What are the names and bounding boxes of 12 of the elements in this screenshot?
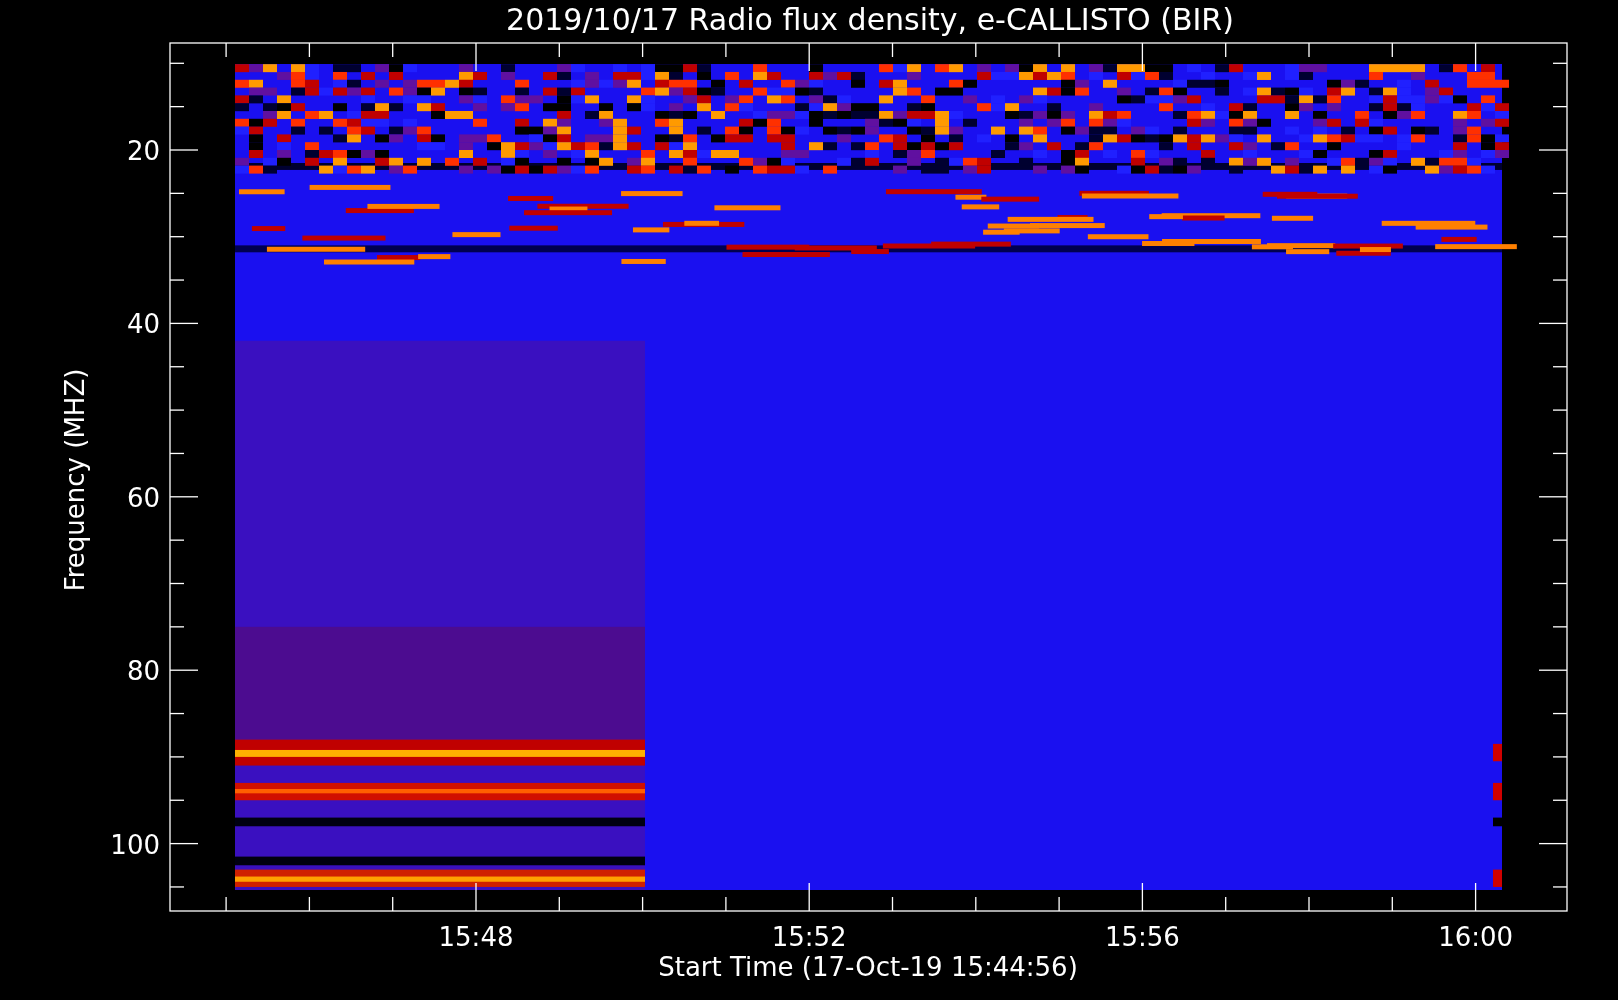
y-tick-label: 80 xyxy=(126,656,160,687)
y-tick-label: 100 xyxy=(110,829,160,860)
y-tick-label: 60 xyxy=(126,482,160,513)
x-tick-label: 15:56 xyxy=(1104,922,1180,952)
x-tick-label: 16:00 xyxy=(1438,922,1514,952)
x-tick-label: 15:48 xyxy=(438,922,514,952)
x-tick-label: 15:52 xyxy=(771,922,847,952)
y-tick-label: 40 xyxy=(126,309,160,340)
x-axis-label: Start Time (17-Oct-19 15:44:56) xyxy=(658,952,1078,982)
y-axis-label: Frequency (MHZ) xyxy=(60,368,90,592)
y-tick-label: 20 xyxy=(126,136,160,166)
plot-title: 2019/10/17 Radio flux density, e-CALLISTO (BIR) xyxy=(506,2,1234,37)
